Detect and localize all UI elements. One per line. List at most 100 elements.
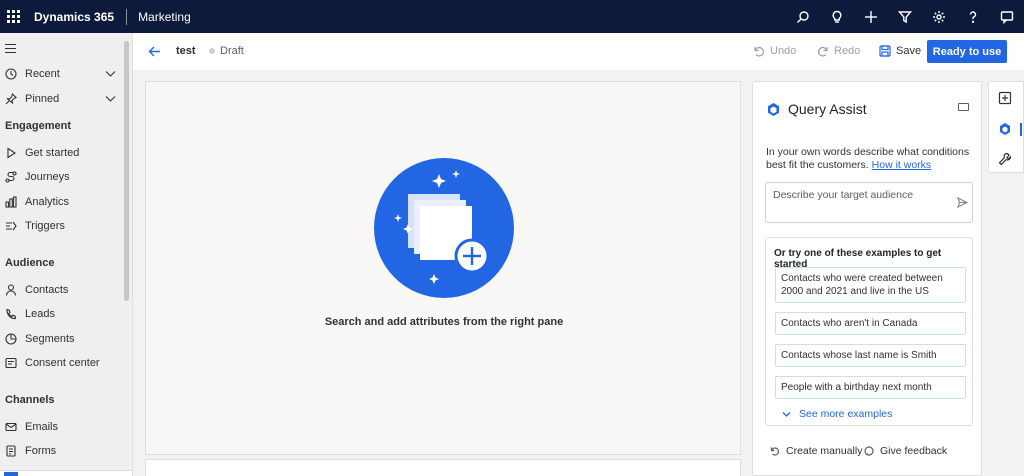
area-switcher[interactable] [0,470,132,476]
examples-card: Or try one of these examples to get star… [765,237,973,426]
journey-icon [5,171,17,183]
undo-icon [770,447,779,456]
lightbulb-icon [832,10,842,23]
area-switcher-badge [4,472,18,476]
ideas-button[interactable] [820,0,854,33]
description-text: In your own words describe what conditio… [766,146,970,171]
phone-icon [6,308,17,320]
sidebar-item-analytics[interactable]: Analytics [0,191,124,213]
sidebar-item-label: Journeys [25,171,70,183]
query-assist-tab[interactable] [998,122,1012,136]
sidebar-item-label: Recent [25,68,60,80]
mail-icon [5,422,17,432]
sidebar-item-label: Analytics [25,196,70,208]
sidebar-item-consent-center[interactable]: Consent center [0,352,124,374]
sidebar-item-emails[interactable]: Emails [0,416,124,438]
example-chip[interactable]: Contacts whose last name is Smith [775,344,966,367]
back-arrow-icon[interactable] [148,45,161,58]
pin-icon [5,93,17,105]
example-chip[interactable]: Contacts who were created between 2000 a… [775,267,966,303]
wrench-icon [998,152,1012,166]
redo-label: Redo [834,45,861,57]
new-button[interactable] [854,0,888,33]
command-bar: test Draft Undo Redo Save Ready to use [133,33,1024,70]
sidebar-item-label: Leads [25,308,55,320]
trigger-icon [6,221,17,231]
sidebar-scrollbar[interactable] [124,41,129,301]
example-chip[interactable]: Contacts who aren't in Canada [775,312,966,335]
sidebar-item-label: Triggers [25,220,65,232]
see-more-examples-button[interactable]: See more examples [782,408,892,420]
segment-canvas: Search and add attributes from the right… [145,81,741,455]
record-name: test [176,45,196,57]
copilot-icon [768,103,779,116]
canvas-footer [145,459,741,476]
chevron-down-icon [782,411,791,417]
sidebar-item-segments[interactable]: Segments [0,328,124,350]
help-button[interactable] [956,0,990,33]
sidebar-item-journeys[interactable]: Journeys [0,166,124,188]
sidebar-item-label: Forms [25,445,57,457]
sidebar-item-label: Consent center [25,357,100,369]
ready-to-use-button[interactable]: Ready to use [927,40,1007,63]
add-element-button[interactable] [998,91,1012,105]
sidebar-item-leads[interactable]: Leads [0,303,124,325]
how-it-works-link[interactable]: How it works [872,159,932,171]
filter-button[interactable] [888,0,922,33]
create-manually-button[interactable]: Create manually [770,445,862,457]
clock-icon [5,68,17,80]
record-status: Draft [220,45,244,57]
send-icon[interactable] [957,197,968,208]
sidebar-item-pinned[interactable]: Pinned [0,88,124,110]
filter-icon [898,10,912,23]
input-placeholder: Describe your target audience [773,189,914,201]
settings-button[interactable] [922,0,956,33]
example-chip[interactable]: People with a birthday next month [775,376,966,399]
form-icon [6,445,16,457]
give-feedback-button[interactable]: Give feedback [864,445,947,457]
redo-button[interactable]: Redo [817,45,860,57]
analytics-icon [5,196,17,208]
area-title[interactable]: Marketing [138,10,191,24]
play-icon [7,147,17,159]
chat-button[interactable] [990,0,1024,33]
title-divider [126,8,128,25]
sitemap-sidebar: Recent Pinned Engagement Get started Jou… [0,33,133,476]
properties-tab[interactable] [998,152,1012,166]
person-icon [5,284,17,296]
app-launcher-button[interactable] [0,0,26,33]
copilot-icon [1000,123,1010,135]
collapse-pane-icon[interactable] [958,103,969,111]
feedback-icon [864,446,874,456]
status-dot-icon [209,48,215,54]
sidebar-item-label: Get started [25,147,80,159]
undo-button[interactable]: Undo [753,45,796,57]
hamburger-icon[interactable] [5,44,16,56]
sidebar-item-get-started[interactable]: Get started [0,142,124,164]
section-header-engagement: Engagement [5,120,72,132]
redo-icon [818,46,828,57]
active-tab-indicator [1020,123,1022,136]
sidebar-item-contacts[interactable]: Contacts [0,279,124,301]
search-button[interactable] [786,0,820,33]
save-label: Save [896,45,922,57]
save-button[interactable]: Save [879,45,921,57]
sidebar-item-recent[interactable]: Recent [0,63,124,85]
audience-description-input[interactable]: Describe your target audience [765,182,973,223]
empty-state-illustration [374,158,514,298]
chevron-down-icon [105,96,116,102]
sidebar-item-label: Segments [25,333,75,345]
sidebar-item-triggers[interactable]: Triggers [0,215,124,237]
waffle-icon [6,10,20,23]
empty-state-message: Search and add attributes from the right… [324,316,564,328]
app-title[interactable]: Dynamics 365 [34,10,114,24]
chat-icon [1000,10,1014,24]
save-icon [879,45,891,57]
side-pane-rail [988,81,1024,173]
give-feedback-label: Give feedback [880,445,948,457]
section-header-channels: Channels [5,394,55,406]
sidebar-item-label: Pinned [25,93,60,105]
sidebar-item-label: Contacts [25,284,69,296]
sidebar-item-forms[interactable]: Forms [0,440,124,462]
section-header-audience: Audience [5,257,55,269]
